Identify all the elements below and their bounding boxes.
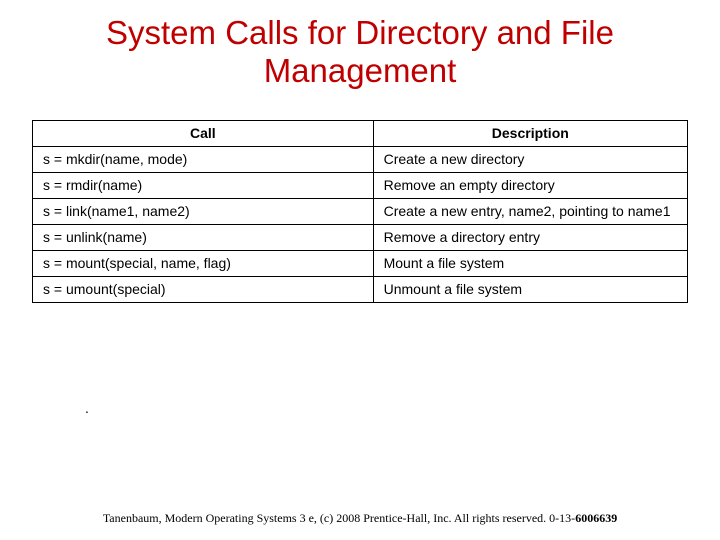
table-row: s = rmdir(name) Remove an empty director…: [33, 172, 688, 198]
header-call: Call: [33, 120, 374, 146]
syscall-table: Call Description s = mkdir(name, mode) C…: [32, 120, 688, 303]
cell-desc: Mount a file system: [373, 250, 687, 276]
slide: System Calls for Directory and File Mana…: [0, 0, 720, 540]
cell-call: s = mkdir(name, mode): [33, 146, 374, 172]
table-row: s = umount(special) Unmount a file syste…: [33, 276, 688, 302]
cell-call: s = umount(special): [33, 276, 374, 302]
cell-call: s = rmdir(name): [33, 172, 374, 198]
table-row: s = unlink(name) Remove a directory entr…: [33, 224, 688, 250]
cell-desc: Create a new directory: [373, 146, 687, 172]
table-header-row: Call Description: [33, 120, 688, 146]
cell-call: s = mount(special, name, flag): [33, 250, 374, 276]
cell-call: s = link(name1, name2): [33, 198, 374, 224]
stray-dot: .: [85, 400, 89, 416]
cell-desc: Unmount a file system: [373, 276, 687, 302]
cell-desc: Create a new entry, name2, pointing to n…: [373, 198, 687, 224]
table-row: s = mount(special, name, flag) Mount a f…: [33, 250, 688, 276]
cell-call: s = unlink(name): [33, 224, 374, 250]
table-row: s = link(name1, name2) Create a new entr…: [33, 198, 688, 224]
cell-desc: Remove an empty directory: [373, 172, 687, 198]
footer-citation: Tanenbaum, Modern Operating Systems 3 e,…: [0, 511, 720, 526]
footer-text: Tanenbaum, Modern Operating Systems 3 e,…: [103, 511, 575, 525]
cell-desc: Remove a directory entry: [373, 224, 687, 250]
footer-isbn: 6006639: [575, 511, 617, 525]
table-row: s = mkdir(name, mode) Create a new direc…: [33, 146, 688, 172]
page-title: System Calls for Directory and File Mana…: [0, 0, 720, 90]
syscall-table-wrap: Call Description s = mkdir(name, mode) C…: [32, 120, 688, 303]
header-desc: Description: [373, 120, 687, 146]
